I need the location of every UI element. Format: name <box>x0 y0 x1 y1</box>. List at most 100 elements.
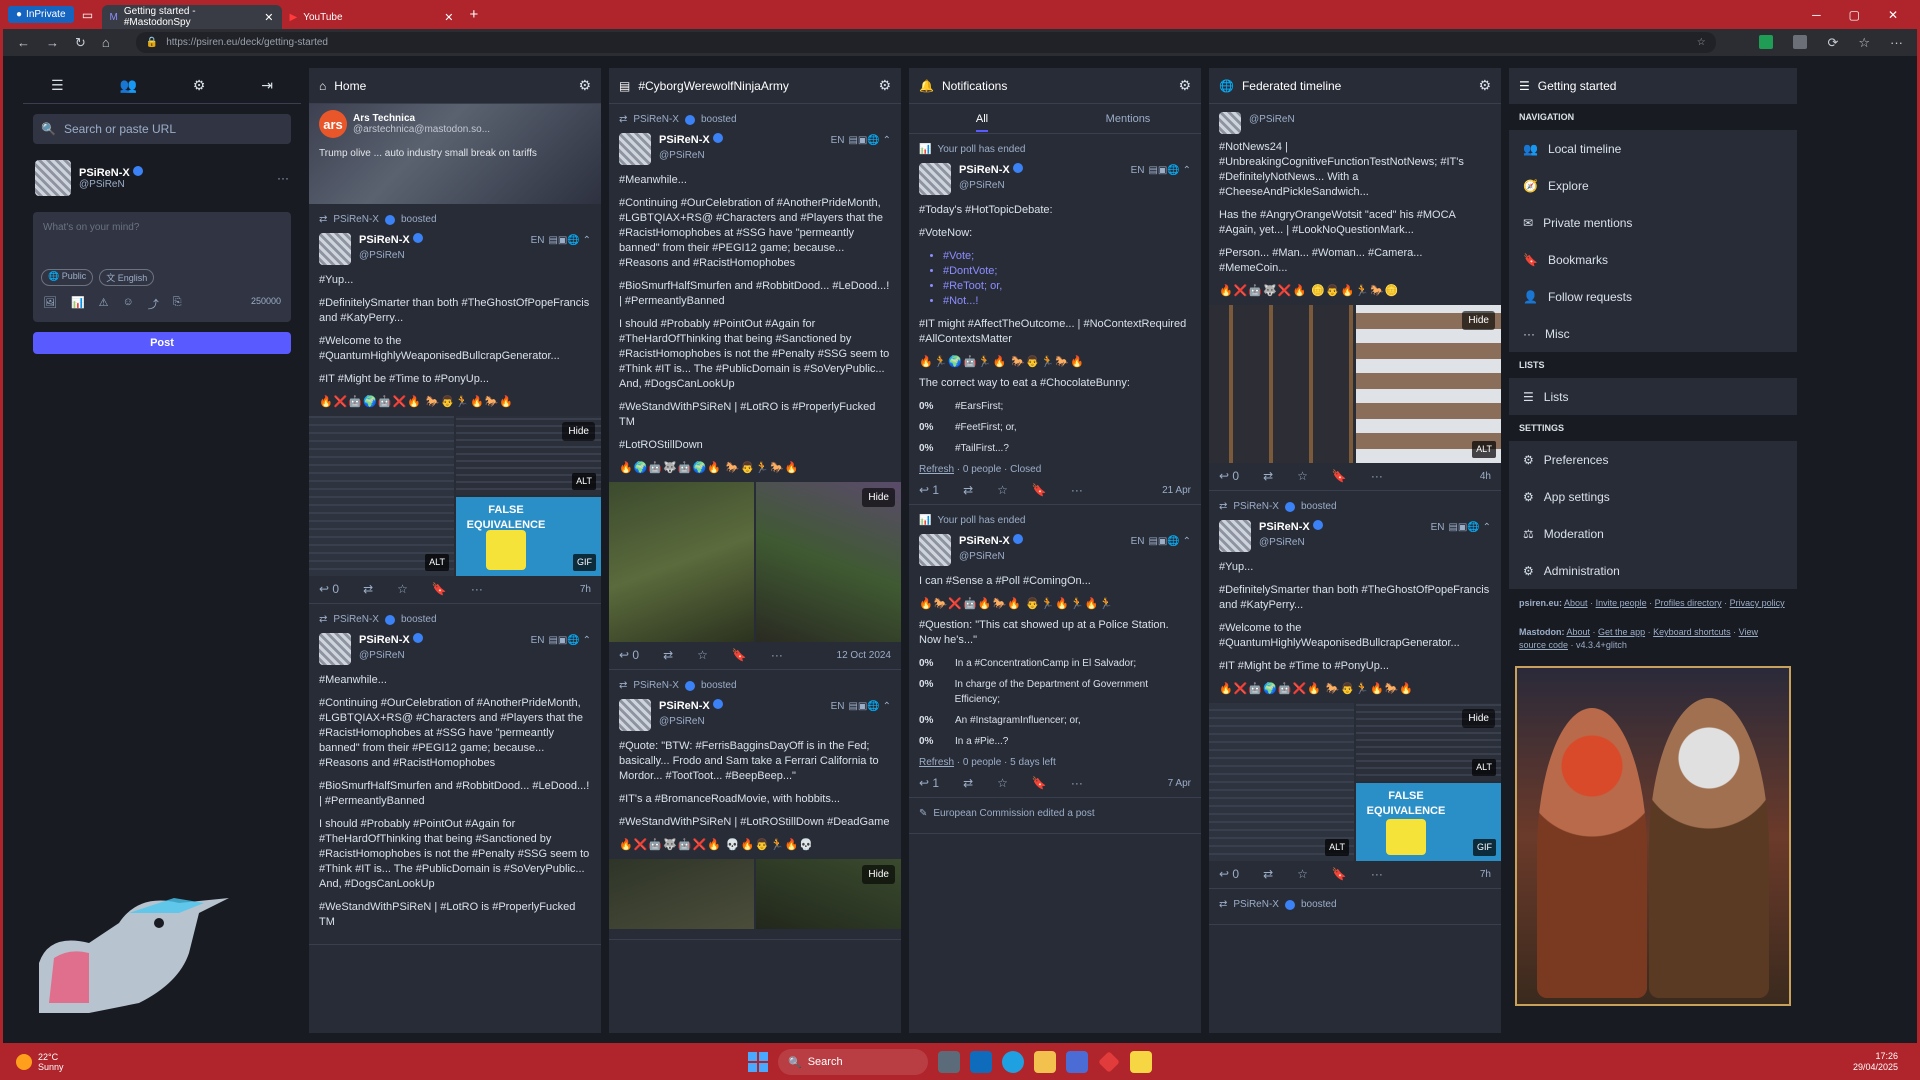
more-icon[interactable]: ··· <box>1371 867 1383 882</box>
media-image[interactable]: Hide <box>756 859 901 929</box>
media-image[interactable]: Hide <box>756 482 901 642</box>
favourite-icon[interactable]: ☆ <box>1297 469 1308 484</box>
media-gallery[interactable]: ALT Hide ALT FALSE EQUIVALENCE GIF <box>309 416 601 576</box>
notification-item[interactable]: 📊 Your poll has ended PSiReN-X @PSiReN EN ▤… <box>909 134 1201 505</box>
privacy-link[interactable]: Privacy policy <box>1730 598 1785 608</box>
bookmark-icon[interactable]: 🔖 <box>1332 469 1347 484</box>
link-preview-card[interactable]: ars Ars Technica @arstechnica@mastodon.so.… <box>309 104 601 204</box>
media-image[interactable] <box>1209 305 1354 463</box>
people-icon[interactable]: 👥 <box>119 77 136 94</box>
about-link[interactable]: About <box>1564 598 1588 608</box>
avatar[interactable] <box>1219 112 1241 134</box>
back-icon[interactable]: ← <box>17 35 30 50</box>
reply-icon[interactable]: ↩ 0 <box>319 582 339 597</box>
emoji-icon[interactable]: ☺ <box>123 296 134 312</box>
inprivate-badge[interactable]: ● InPrivate <box>8 6 74 23</box>
get-app-link[interactable]: Get the app <box>1598 627 1645 637</box>
column-header-federated[interactable]: 🌐 Federated timeline ⚙ <box>1209 68 1501 104</box>
logout-icon[interactable]: ⇥ <box>261 77 273 94</box>
boost-icon[interactable]: ⇄ <box>963 483 973 498</box>
nav-administration[interactable]: ⚙ Administration <box>1509 552 1797 589</box>
hide-media-button[interactable]: Hide <box>1462 709 1495 728</box>
nav-local-timeline[interactable]: 👥 Local timeline <box>1509 130 1797 167</box>
post-button[interactable]: Post <box>33 332 291 354</box>
bookmark-icon[interactable]: 🔖 <box>1032 483 1047 498</box>
notification-item[interactable]: ✎ European Commission edited a post <box>909 798 1201 834</box>
new-tab-button[interactable]: + <box>470 6 479 23</box>
tab-all[interactable]: All <box>909 112 1055 132</box>
avatar[interactable] <box>619 133 651 165</box>
poll-icon[interactable]: 📊 <box>71 296 85 312</box>
media-image[interactable]: ALT <box>1209 703 1354 861</box>
status-post[interactable]: @PSiReN #NotNews24 | #UnbreakingCognitiv… <box>1209 104 1501 491</box>
system-clock[interactable]: 17:26 29/04/2025 <box>1853 1051 1898 1073</box>
refresh-icon[interactable]: ↻ <box>75 35 86 51</box>
reply-icon[interactable]: ↩ 0 <box>1219 867 1239 882</box>
home-icon[interactable]: ⌂ <box>102 35 110 50</box>
boost-icon[interactable]: ⇄ <box>963 776 973 791</box>
favorites-icon[interactable]: ☆ <box>1858 35 1870 51</box>
avatar[interactable] <box>919 534 951 566</box>
column-header-hashtag[interactable]: ▤ #CyborgWerewolfNinjaArmy ⚙ <box>609 68 901 104</box>
extension-icon[interactable] <box>1759 34 1774 49</box>
media-image[interactable] <box>609 859 754 929</box>
more-icon[interactable]: ··· <box>771 648 783 663</box>
more-icon[interactable]: ··· <box>1371 469 1383 484</box>
favourite-icon[interactable]: ☆ <box>1297 867 1308 882</box>
shortcuts-link[interactable]: Keyboard shortcuts <box>1653 627 1731 637</box>
menu-icon[interactable]: ··· <box>1890 35 1903 51</box>
sync-icon[interactable]: ⟳ <box>1827 35 1838 51</box>
more-options-icon[interactable]: ··· <box>277 171 289 185</box>
more-icon[interactable]: ··· <box>1071 776 1083 791</box>
settings-icon[interactable]: ⚙ <box>193 77 206 94</box>
tab-actions-icon[interactable]: ▭ <box>74 4 102 26</box>
more-icon[interactable]: ··· <box>1071 483 1083 498</box>
status-post[interactable]: ⇄ PSiReN-X boosted PSiReN-X @PSiReN EN ▤▣🌐 ⌃… <box>309 604 601 945</box>
store-icon[interactable] <box>1066 1051 1088 1073</box>
app-icon[interactable] <box>1130 1051 1152 1073</box>
about-link[interactable]: About <box>1567 627 1591 637</box>
app-icon[interactable] <box>1098 1051 1120 1073</box>
reply-icon[interactable]: ↩ 0 <box>619 648 639 663</box>
avatar[interactable] <box>919 163 951 195</box>
bookmark-icon[interactable]: 🔖 <box>732 648 747 663</box>
task-view-icon[interactable] <box>938 1051 960 1073</box>
visibility-dropdown[interactable]: 🌐 Public <box>41 269 94 286</box>
boost-icon[interactable]: ⇄ <box>1263 469 1273 484</box>
nav-app-settings[interactable]: ⚙ App settings <box>1509 478 1797 515</box>
media-image[interactable]: Hide ALT <box>1356 703 1501 781</box>
attach-media-icon[interactable]: 🖼 <box>43 296 57 312</box>
forward-icon[interactable]: → <box>46 35 59 50</box>
media-gallery[interactable]: Hide <box>609 482 901 642</box>
media-image[interactable]: ALT <box>309 416 454 576</box>
tab-getting-started[interactable]: M Getting started - #MastodonSpy ✕ <box>101 5 282 29</box>
invite-link[interactable]: Invite people <box>1596 598 1647 608</box>
reply-icon[interactable]: ↩ 0 <box>1219 469 1239 484</box>
column-settings-icon[interactable]: ⚙ <box>578 77 591 94</box>
favourite-icon[interactable]: ☆ <box>997 776 1008 791</box>
extension-icon[interactable] <box>1793 34 1808 49</box>
directory-link[interactable]: Profiles directory <box>1655 598 1722 608</box>
media-gallery[interactable]: ALT Hide ALT FALSE EQUIVALENCE GIF <box>1209 703 1501 861</box>
column-header-notifications[interactable]: 🔔 Notifications ⚙ <box>909 68 1201 104</box>
hamburger-menu-icon[interactable]: ☰ <box>51 77 64 94</box>
taskbar-search[interactable]: 🔍 Search <box>778 1049 928 1075</box>
bookmark-icon[interactable]: 🔖 <box>1032 776 1047 791</box>
nav-moderation[interactable]: ⚖ Moderation <box>1509 515 1797 552</box>
favourite-icon[interactable]: ☆ <box>697 648 708 663</box>
language-dropdown[interactable]: 文 English <box>99 269 155 286</box>
nav-follow-requests[interactable]: 👤 Follow requests <box>1509 278 1797 315</box>
avatar[interactable] <box>1219 520 1251 552</box>
compose-textarea[interactable]: What's on your mind? 🌐 Public 文 English … <box>33 212 291 322</box>
media-image[interactable]: Hide ALT <box>456 416 601 495</box>
status-post[interactable]: ⇄ PSiReN-X boosted PSiReN-X @PSiReN EN ▤▣🌐 ⌃… <box>609 670 901 940</box>
windows-start-icon[interactable] <box>748 1052 768 1072</box>
media-image[interactable] <box>609 482 754 642</box>
boost-icon[interactable]: ⇄ <box>663 648 673 663</box>
notification-item[interactable]: 📊 Your poll has ended PSiReN-X @PSiReN EN ▤… <box>909 505 1201 798</box>
close-window-icon[interactable]: ✕ <box>1888 8 1898 22</box>
media-image[interactable]: Hide ALT <box>1356 305 1501 463</box>
column-settings-icon[interactable]: ⚙ <box>878 77 891 94</box>
media-gallery[interactable]: Hide ALT <box>1209 305 1501 463</box>
more-icon[interactable]: ··· <box>471 582 483 597</box>
